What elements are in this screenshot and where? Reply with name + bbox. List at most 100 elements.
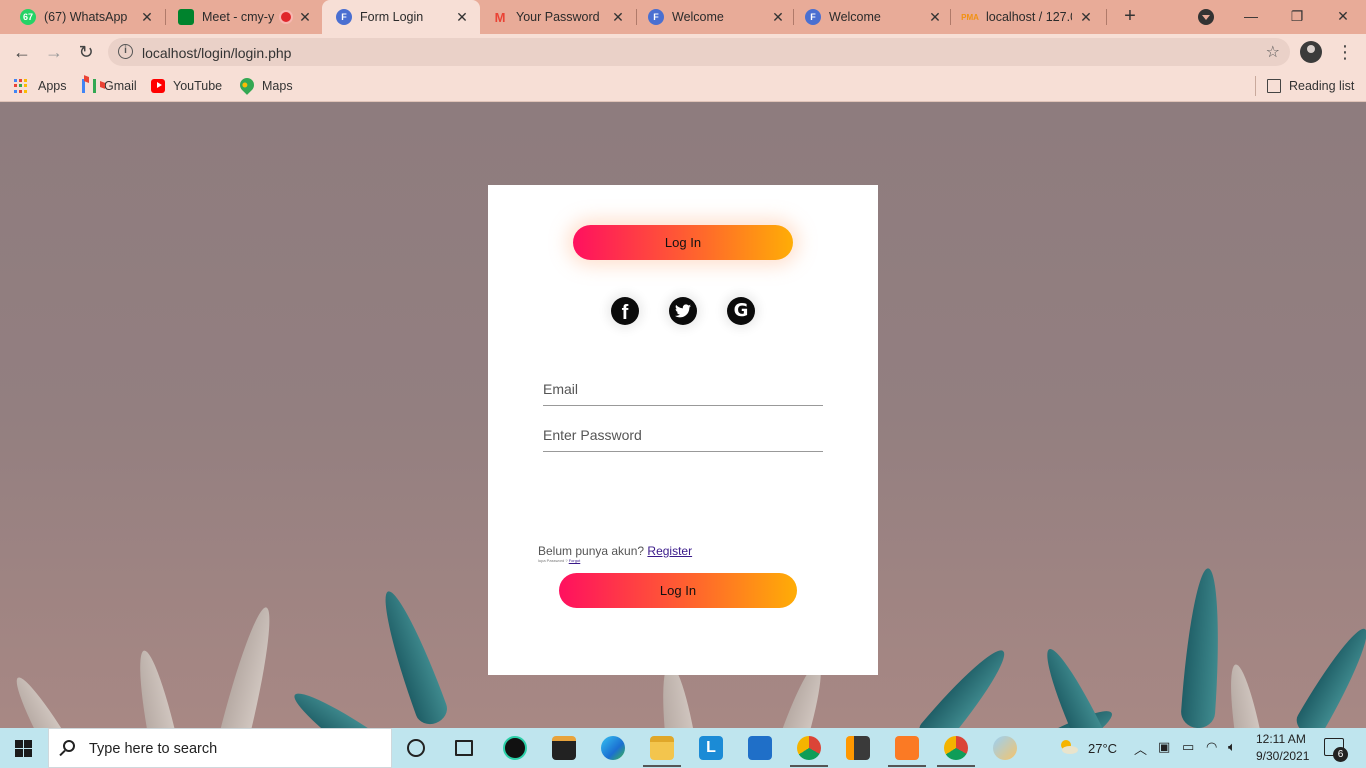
close-tab-icon[interactable]: ✕: [454, 9, 470, 26]
url-text[interactable]: localhost/login/login.php: [142, 45, 291, 61]
tab-title: localhost / 127.0.0: [986, 10, 1072, 24]
close-tab-icon[interactable]: ✕: [927, 9, 943, 26]
tab-title: Welcome: [829, 10, 881, 24]
task-view-icon[interactable]: [455, 740, 473, 756]
forward-button[interactable]: →: [42, 40, 66, 64]
close-tab-icon[interactable]: ✕: [139, 9, 155, 26]
store-icon[interactable]: [552, 736, 576, 760]
address-bar[interactable]: i localhost/login/login.php ☆: [108, 38, 1290, 66]
windows-taskbar: Type here to search L 27°C ︿ ▣ ▭ ◠ 🔈︎ 12…: [0, 728, 1366, 768]
restore-button[interactable]: ❐: [1282, 4, 1312, 28]
tab-whatsapp[interactable]: 67 (67) WhatsApp ✕: [0, 0, 165, 34]
google-icon[interactable]: G: [727, 297, 755, 325]
wifi-icon[interactable]: ◠: [1206, 739, 1217, 755]
cortana-icon[interactable]: [407, 739, 425, 757]
windows-start-icon[interactable]: [15, 740, 32, 757]
mail-icon[interactable]: [748, 736, 772, 760]
close-tab-icon[interactable]: ✕: [297, 9, 313, 26]
battery-icon[interactable]: ▭: [1182, 739, 1194, 755]
upwork-icon[interactable]: [503, 736, 527, 760]
chrome-icon[interactable]: [797, 736, 821, 760]
tab-title: Welcome: [672, 10, 724, 24]
forgot-link[interactable]: Forgot: [569, 558, 581, 563]
meet-now-icon[interactable]: ▣: [1158, 739, 1170, 755]
gmail-icon: [82, 79, 96, 93]
page-background: Log In f G Belum punya akun? Register lu…: [0, 103, 1366, 728]
tab-form-login[interactable]: F Form Login ✕: [322, 0, 480, 34]
reading-list-icon: [1267, 79, 1281, 93]
form-icon: F: [336, 9, 352, 25]
bookmark-label: Apps: [38, 79, 67, 93]
close-tab-icon[interactable]: ✕: [1078, 9, 1094, 26]
file-explorer-icon[interactable]: [650, 736, 674, 760]
tab-title: (67) WhatsApp: [44, 10, 128, 24]
twitter-icon[interactable]: [669, 297, 697, 325]
notification-badge: 6: [1333, 747, 1348, 762]
bookmark-maps[interactable]: Maps: [237, 74, 293, 96]
apps-grid-icon: [14, 79, 28, 93]
reload-button[interactable]: ↻: [74, 40, 98, 64]
weather-icon[interactable]: [1058, 738, 1078, 754]
chrome-profile-icon[interactable]: [944, 736, 968, 760]
login-tab-button[interactable]: Log In: [573, 225, 793, 260]
tab-welcome-1[interactable]: F Welcome ✕: [638, 0, 796, 34]
search-placeholder: Type here to search: [89, 741, 218, 757]
new-tab-button[interactable]: +: [1118, 5, 1142, 29]
forgot-prompt: lupa Password ? Forgot: [538, 558, 580, 563]
meet-icon: [178, 9, 194, 25]
login-card: Log In f G Belum punya akun? Register lu…: [488, 185, 878, 675]
bookmarks-bar: Apps Gmail YouTube Maps Reading list: [0, 70, 1366, 102]
bookmark-label: Gmail: [104, 79, 137, 93]
login-submit-button[interactable]: Log In: [559, 573, 797, 608]
bookmark-youtube[interactable]: YouTube: [151, 76, 222, 96]
bookmark-label: YouTube: [173, 79, 223, 93]
register-prompt-text: Belum punya akun?: [538, 544, 645, 558]
tab-password-reset[interactable]: M Your Password Re ✕: [476, 0, 636, 34]
form-icon: F: [805, 9, 821, 25]
tab-search-icon[interactable]: [1198, 9, 1214, 25]
form-icon: F: [648, 9, 664, 25]
menu-icon[interactable]: ⋮: [1336, 41, 1354, 63]
xampp-icon[interactable]: [895, 736, 919, 760]
close-tab-icon[interactable]: ✕: [770, 9, 786, 26]
tab-title: Your Password Re: [516, 10, 604, 24]
close-tab-icon[interactable]: ✕: [610, 9, 626, 26]
tab-phpmyadmin[interactable]: PMA localhost / 127.0.0 ✕: [952, 0, 1104, 34]
reading-list-label: Reading list: [1289, 79, 1355, 93]
bookmark-apps[interactable]: Apps: [14, 76, 67, 96]
minimize-button[interactable]: —: [1236, 4, 1266, 28]
bookmark-label: Maps: [262, 79, 293, 93]
clock-time[interactable]: 12:11 AM: [1256, 732, 1306, 746]
app-l-icon[interactable]: L: [699, 736, 723, 760]
profile-avatar[interactable]: [1300, 41, 1322, 63]
phpmyadmin-icon: PMA: [961, 12, 979, 22]
site-info-icon[interactable]: i: [118, 44, 133, 59]
reading-list[interactable]: Reading list: [1267, 76, 1354, 96]
forgot-prompt-text: lupa Password ?: [538, 558, 568, 563]
password-field[interactable]: [543, 424, 823, 452]
temperature-label[interactable]: 27°C: [1088, 741, 1117, 756]
clock-date[interactable]: 9/30/2021: [1256, 749, 1309, 763]
maps-icon: [237, 74, 257, 95]
bookmark-star-icon[interactable]: ☆: [1266, 42, 1280, 62]
register-prompt: Belum punya akun? Register: [538, 544, 692, 558]
sublime-icon[interactable]: [846, 736, 870, 760]
volume-icon[interactable]: 🔈︎: [1228, 739, 1236, 755]
close-window-button[interactable]: ✕: [1328, 4, 1358, 28]
back-button[interactable]: ←: [10, 40, 34, 64]
register-link[interactable]: Register: [647, 544, 692, 558]
recording-icon: [281, 12, 291, 22]
bookmark-gmail[interactable]: Gmail: [82, 76, 137, 96]
tab-title: Form Login: [360, 10, 424, 24]
email-field[interactable]: [543, 378, 823, 406]
paint-icon[interactable]: [993, 736, 1017, 760]
edge-icon[interactable]: [601, 736, 625, 760]
facebook-icon[interactable]: f: [611, 297, 639, 325]
youtube-icon: [151, 79, 165, 93]
taskbar-search[interactable]: Type here to search: [48, 728, 392, 768]
tab-meet[interactable]: Meet - cmy-y ✕: [158, 0, 323, 34]
chevron-up-icon[interactable]: ︿: [1134, 739, 1147, 758]
gmail-icon: M: [494, 9, 506, 25]
tab-strip: 67 (67) WhatsApp ✕ Meet - cmy-y ✕ F Form…: [0, 0, 1366, 34]
tab-welcome-2[interactable]: F Welcome ✕: [795, 0, 953, 34]
